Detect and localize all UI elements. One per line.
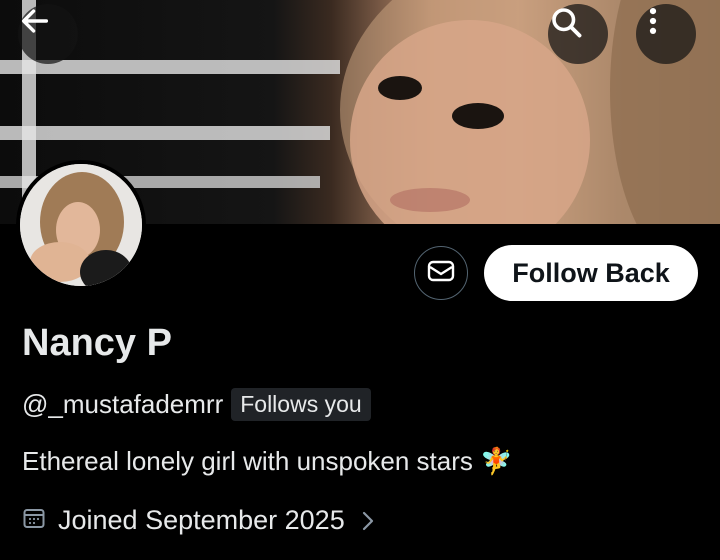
username-handle: @_mustafademrr (22, 389, 224, 419)
avatar-image (20, 164, 142, 286)
joined-date-row[interactable]: Joined September 2025 (22, 505, 375, 536)
follows-you-badge: Follows you (231, 388, 371, 421)
back-button[interactable] (18, 4, 78, 64)
more-options-button[interactable] (636, 4, 696, 64)
chevron-right-icon (361, 510, 375, 532)
handle-row: @_mustafademrr Follows you (22, 388, 371, 421)
calendar-icon (22, 506, 46, 535)
joined-date: Joined September 2025 (58, 505, 345, 535)
display-name: Nancy P (22, 322, 172, 364)
avatar[interactable] (16, 160, 146, 290)
follow-back-button[interactable]: Follow Back (484, 245, 698, 301)
envelope-icon (427, 259, 455, 288)
search-button[interactable] (548, 4, 608, 64)
bio-text: Ethereal lonely girl with unspoken stars… (22, 446, 513, 476)
message-button[interactable] (414, 246, 468, 300)
